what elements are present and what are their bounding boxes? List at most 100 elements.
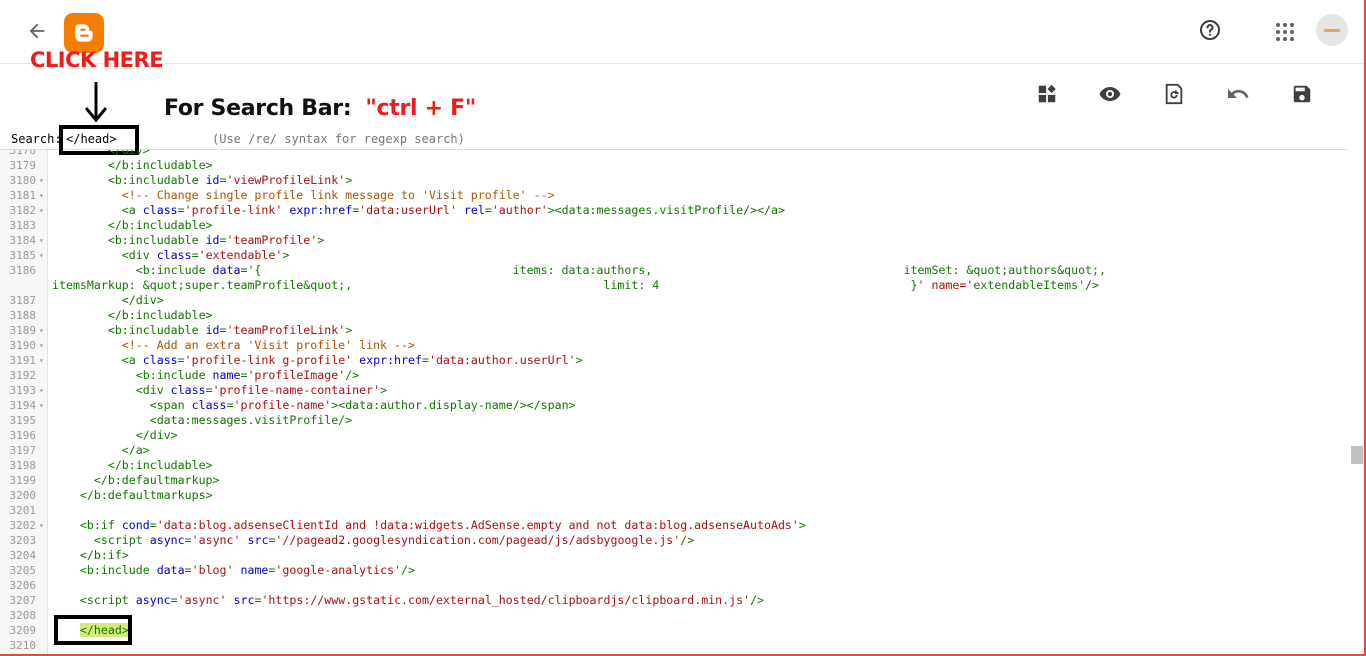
- code-line[interactable]: 3182 ▾ <a class='profile-link' expr:href=…: [10, 203, 1348, 218]
- code-line[interactable]: 3183 </b:includable>: [10, 218, 1348, 233]
- fold-arrow-icon[interactable]: ▾: [39, 323, 44, 338]
- code-text: </b:defaultmarkup>: [52, 473, 220, 487]
- code-line[interactable]: 3196 </div>: [10, 428, 1348, 443]
- code-line[interactable]: 3179 </b:includable>: [10, 158, 1348, 173]
- code-text: <a class='profile-link g-profile' expr:h…: [52, 353, 583, 367]
- widgets-button[interactable]: [1035, 82, 1059, 106]
- apps-grid-icon[interactable]: [1270, 18, 1298, 46]
- scrollbar-thumb[interactable]: [1351, 446, 1363, 464]
- preview-button[interactable]: [1098, 82, 1122, 106]
- line-number: 3186: [9, 264, 37, 277]
- code-line[interactable]: 3204 </b:if>: [10, 548, 1348, 563]
- fold-arrow-icon[interactable]: ▾: [39, 203, 44, 218]
- code-line[interactable]: 3184 ▾ <b:includable id='teamProfile'>: [10, 233, 1348, 248]
- code-search-bar: Search: (Use /re/ syntax for regexp sear…: [0, 128, 1366, 150]
- line-number: 3192: [9, 369, 37, 382]
- line-number: 3181: [9, 189, 37, 202]
- revert-theme-icon: [1165, 83, 1183, 105]
- search-hint-shortcut: "ctrl + F": [365, 96, 477, 121]
- top-app-bar: [0, 0, 1366, 64]
- fold-arrow-icon[interactable]: ▾: [39, 173, 44, 188]
- code-line[interactable]: 3205 <b:include data='blog' name='google…: [10, 563, 1348, 578]
- line-number: 3189: [9, 324, 37, 337]
- code-text: <data:messages.visitProfile/>: [52, 413, 353, 427]
- code-line[interactable]: 3188 </b:includable>: [10, 308, 1348, 323]
- code-line[interactable]: 3194 ▾ <span class='profile-name'><data:a…: [10, 398, 1348, 413]
- code-lines[interactable]: 3178 </div> 3179 </b:includable> 3180 ▾ <b:…: [10, 150, 1348, 656]
- code-line[interactable]: 3193 ▾ <div class='profile-name-container…: [10, 383, 1348, 398]
- code-text: <div class='profile-name-container'>: [52, 383, 388, 397]
- code-line[interactable]: 3189 ▾ <b:includable id='teamProfileLink'…: [10, 323, 1348, 338]
- line-number: 3198: [9, 459, 37, 472]
- fold-arrow-icon[interactable]: ▾: [39, 248, 44, 263]
- code-line[interactable]: 3208: [10, 608, 1348, 623]
- line-number: 3207: [9, 594, 37, 607]
- code-line[interactable]: 3209 </head>: [10, 623, 1348, 638]
- code-text: <div class='extendable'>: [52, 248, 290, 262]
- code-text: <b:include data='blog' name='google-anal…: [52, 563, 415, 577]
- fold-arrow-icon[interactable]: ▾: [39, 353, 44, 368]
- fold-arrow-icon[interactable]: ▾: [39, 383, 44, 398]
- line-number: 3203: [9, 534, 37, 547]
- line-number: 3179: [9, 159, 37, 172]
- widgets-icon: [1038, 84, 1056, 103]
- fold-arrow-icon[interactable]: ▾: [39, 233, 44, 248]
- code-line[interactable]: 3199 </b:defaultmarkup>: [10, 473, 1348, 488]
- save-button[interactable]: [1290, 82, 1314, 106]
- code-line[interactable]: 3187 </div>: [10, 293, 1348, 308]
- code-text: <span class='profile-name'><data:author.…: [52, 398, 576, 412]
- code-line[interactable]: 3185 ▾ <div class='extendable'>: [10, 248, 1348, 263]
- undo-button[interactable]: [1226, 82, 1250, 106]
- code-text: <b:if cond='data:blog.adsenseClientId an…: [52, 518, 806, 532]
- code-line[interactable]: 3210: [10, 638, 1348, 653]
- code-line[interactable]: 3195 <data:messages.visitProfile/>: [10, 413, 1348, 428]
- code-line[interactable]: 3202 ▾ <b:if cond='data:blog.adsenseClien…: [10, 518, 1348, 533]
- code-line[interactable]: 3206: [10, 578, 1348, 593]
- line-number: 3201: [9, 504, 37, 517]
- line-number: 3187: [9, 294, 37, 307]
- line-number: 3180: [9, 174, 37, 187]
- fold-arrow-icon[interactable]: ▾: [39, 398, 44, 413]
- help-circle-icon: [1200, 20, 1220, 40]
- code-line[interactable]: 3192 <b:include name='profileImage'/>: [10, 368, 1348, 383]
- line-number: 3182: [9, 204, 37, 217]
- code-line[interactable]: 3197 </a>: [10, 443, 1348, 458]
- line-number: 3184: [9, 234, 37, 247]
- code-line[interactable]: 3190 ▾ <!-- Add an extra 'Visit profile' …: [10, 338, 1348, 353]
- code-text: <b:includable id='teamProfile'>: [52, 233, 325, 247]
- code-editor[interactable]: 3178 </div> 3179 </b:includable> 3180 ▾ <b:…: [0, 150, 1366, 656]
- blogger-logo-icon[interactable]: [64, 13, 104, 53]
- fold-arrow-icon[interactable]: ▾: [39, 338, 44, 353]
- click-here-annotation: CLICK HERE: [30, 48, 164, 72]
- line-number: 3190: [9, 339, 37, 352]
- search-label: Search:: [11, 132, 62, 146]
- code-line[interactable]: 3201: [10, 503, 1348, 518]
- account-avatar[interactable]: [1316, 14, 1348, 46]
- line-number: 3191: [9, 354, 37, 367]
- code-line[interactable]: 3186 <b:include data='{ items: data:auth…: [10, 263, 1348, 278]
- code-text: </b:defaultmarkups>: [52, 488, 213, 502]
- help-button[interactable]: [1196, 16, 1224, 44]
- code-line[interactable]: 3180 ▾ <b:includable id='viewProfileLink'…: [10, 173, 1348, 188]
- code-line[interactable]: 3178 </div>: [10, 150, 1348, 158]
- code-line[interactable]: 3207 <script async='async' src='https://…: [10, 593, 1348, 608]
- line-number: 3205: [9, 564, 37, 577]
- code-text: </b:includable>: [52, 158, 213, 172]
- code-line[interactable]: 3198 </b:includable>: [10, 458, 1348, 473]
- code-line[interactable]: 3203 <script async='async' src='//pagead…: [10, 533, 1348, 548]
- save-icon: [1293, 85, 1311, 103]
- code-line[interactable]: 3181 ▾ <!-- Change single profile link me…: [10, 188, 1348, 203]
- line-number: 3196: [9, 429, 37, 442]
- line-number: 3195: [9, 414, 37, 427]
- code-line[interactable]: 3191 ▾ <a class='profile-link g-profile' …: [10, 353, 1348, 368]
- code-text: itemsMarkup: &quot;super.teamProfile&quo…: [52, 278, 1100, 292]
- code-line[interactable]: itemsMarkup: &quot;super.teamProfile&quo…: [48, 278, 1348, 293]
- line-number: 3197: [9, 444, 37, 457]
- code-text: </b:includable>: [52, 308, 213, 322]
- fold-arrow-icon[interactable]: ▾: [39, 188, 44, 203]
- revert-button[interactable]: [1162, 82, 1186, 106]
- back-button[interactable]: [22, 16, 52, 46]
- code-line[interactable]: 3200 </b:defaultmarkups>: [10, 488, 1348, 503]
- line-number: 3208: [9, 609, 37, 622]
- fold-arrow-icon[interactable]: ▾: [39, 518, 44, 533]
